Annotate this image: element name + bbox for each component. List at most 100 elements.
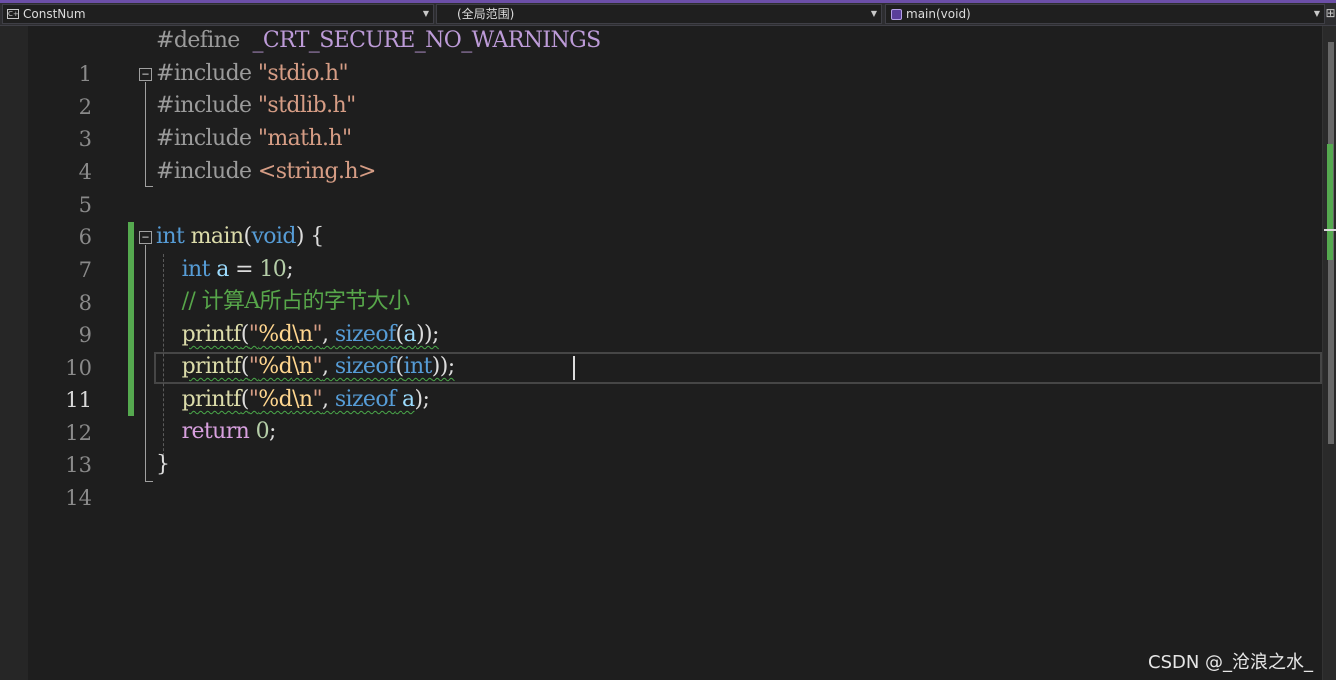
token-macro: _CRT_SECURE_NO_WARNINGS: [252, 28, 602, 53]
token-escape: \n: [292, 354, 313, 379]
code-line: 7 int main(void) {: [0, 221, 1320, 282]
token-punct: ;: [269, 419, 276, 444]
code-line: 11 printf("%d\n", sizeof(int));: [0, 351, 1320, 412]
code-line: 4 #include "math.h": [0, 123, 1320, 184]
token-directive: #include: [156, 61, 252, 86]
scrollbar-caret-marker: [1324, 229, 1336, 231]
token-directive: #define: [156, 28, 240, 53]
token-comment: // 计算A所占的字节大小: [181, 289, 411, 314]
token-variable: a: [216, 257, 229, 282]
project-icon: C+: [7, 9, 19, 19]
token-punct: );: [414, 387, 430, 412]
warning-squiggle: printf("%d\n", sizeof a: [182, 387, 415, 412]
token-string: ": [312, 354, 323, 379]
token-keyword: int: [403, 354, 433, 379]
scope-dropdown[interactable]: (全局范围) ▼: [436, 4, 882, 24]
token-keyword: int: [181, 257, 211, 282]
token-punct: ) {: [295, 224, 324, 249]
code-line: 8 int a = 10;: [0, 254, 1320, 315]
member-dropdown[interactable]: main(void) ▼: [885, 4, 1325, 24]
line-text: printf("%d\n", sizeof(int));: [156, 351, 456, 384]
code-line: 14 }: [0, 449, 1320, 510]
line-text: #define _CRT_SECURE_NO_WARNINGS: [156, 25, 601, 58]
code-line: 10 printf("%d\n", sizeof(a));: [0, 319, 1320, 380]
line-text: int a = 10;: [156, 254, 294, 287]
line-text: #include "math.h": [156, 123, 352, 156]
token-string: ": [248, 322, 259, 347]
line-text: int main(void) {: [156, 221, 324, 254]
token-directive: #include: [156, 159, 252, 184]
split-window-icon[interactable]: ⊞: [1325, 4, 1336, 24]
line-text: #include "stdlib.h": [156, 90, 356, 123]
watermark: CSDN @_沧浪之水_: [1148, 652, 1314, 673]
token-punct: ));: [416, 322, 439, 347]
token-punct: ;: [286, 257, 293, 282]
code-line: 12 printf("%d\n", sizeof a);: [0, 384, 1320, 445]
project-dropdown[interactable]: C+ ConstNum ▼: [2, 4, 434, 24]
token-string: "stdio.h": [257, 61, 349, 86]
token-string: "stdlib.h": [257, 93, 356, 118]
line-number: 14: [65, 485, 92, 510]
token-directive: #include: [156, 93, 252, 118]
code-line: 1 #define _CRT_SECURE_NO_WARNINGS: [0, 25, 1320, 86]
token-format: %d: [258, 322, 293, 347]
token-keyword: sizeof: [334, 354, 396, 379]
token-string: ": [248, 354, 259, 379]
token-string: ": [248, 387, 259, 412]
token-punct: }: [156, 452, 170, 477]
token-keyword: sizeof: [334, 387, 396, 412]
method-icon: [891, 9, 902, 20]
token-escape: \n: [292, 387, 313, 412]
project-dropdown-label: ConstNum: [23, 7, 86, 21]
token-format: %d: [258, 387, 293, 412]
code-line: 13 return 0;: [0, 416, 1320, 477]
token-function: main: [190, 224, 244, 249]
token-keyword: void: [251, 224, 296, 249]
token-punct: (: [395, 354, 405, 379]
warning-squiggle: printf("%d\n", sizeof(a));: [181, 322, 440, 347]
token-function: printf: [181, 354, 242, 379]
token-punct: ,: [322, 387, 335, 412]
token-number: 10: [259, 257, 287, 282]
token-format: %d: [258, 354, 293, 379]
token-function: printf: [181, 387, 242, 412]
line-text: // 计算A所占的字节大小: [156, 286, 411, 319]
line-text: printf("%d\n", sizeof a);: [156, 384, 430, 417]
token-string: <string.h>: [257, 159, 377, 184]
token-number: 0: [249, 419, 270, 444]
line-text: return 0;: [156, 416, 277, 449]
line-text: printf("%d\n", sizeof(a));: [156, 319, 440, 352]
token-variable: a: [403, 322, 417, 347]
token-punct: (: [240, 354, 250, 379]
code-line: 6: [0, 188, 1320, 249]
token-directive: #include: [156, 126, 252, 151]
code-line: 2 #include "stdio.h": [0, 58, 1320, 119]
token-keyword: return: [181, 419, 250, 444]
token-string: ": [312, 322, 323, 347]
token-punct: ,: [322, 354, 335, 379]
token-keyword: int: [156, 224, 185, 249]
token-keyword: sizeof: [334, 322, 396, 347]
scrollbar-change-marker: [1327, 144, 1333, 260]
token-variable: a: [401, 387, 415, 412]
code-line: 5 #include <string.h>: [0, 156, 1320, 217]
token-punct: (: [240, 387, 250, 412]
code-line: 9 // 计算A所占的字节大小: [0, 286, 1320, 347]
vertical-scrollbar[interactable]: [1322, 26, 1336, 680]
scope-dropdown-label: (全局范围): [457, 7, 515, 21]
chevron-down-icon: ▼: [870, 9, 877, 18]
token-escape: \n: [292, 322, 313, 347]
token-operator: =: [228, 257, 260, 282]
token-string: "math.h": [257, 126, 352, 151]
active-accent-line: [0, 0, 1336, 3]
text-caret: [573, 356, 575, 380]
chevron-down-icon: ▼: [1313, 9, 1320, 18]
code-line: 3 #include "stdlib.h": [0, 90, 1320, 151]
token-function: printf: [181, 322, 242, 347]
member-dropdown-label: main(void): [906, 7, 971, 21]
chevron-down-icon: ▼: [422, 9, 429, 18]
line-text: #include <string.h>: [156, 156, 376, 189]
token-string: ": [312, 387, 323, 412]
token-punct: ));: [431, 354, 455, 379]
line-text: #include "stdio.h": [156, 58, 349, 91]
